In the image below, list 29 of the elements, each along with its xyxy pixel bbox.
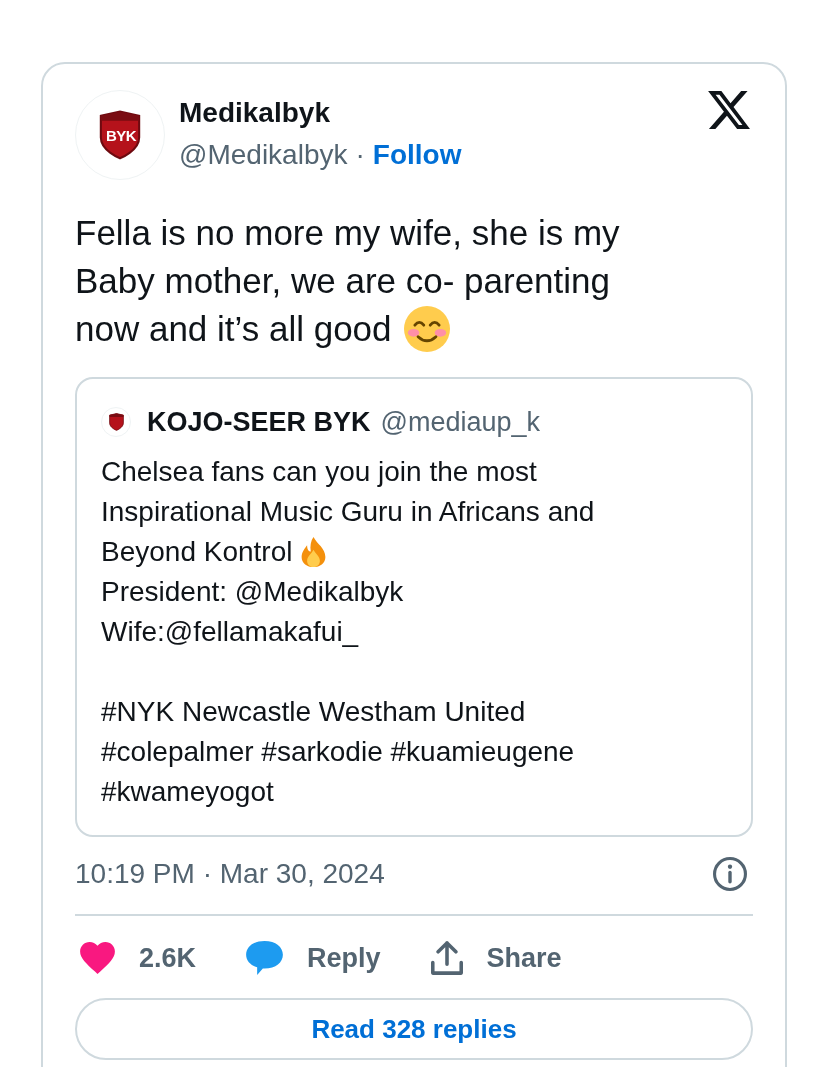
quoted-tweet-card[interactable] (75, 377, 753, 837)
smiling-face-icon (403, 306, 450, 352)
tweet-text: now and it’s all good (75, 308, 392, 350)
quoted-text: Beyond Kontrol (101, 535, 293, 569)
timestamp-link[interactable]: 10:19 PM · Mar 30, 2024 (75, 854, 385, 894)
quoted-text: President: @Medikalbyk (101, 575, 404, 609)
quoted-author-name: KOJO-SEER BYK (147, 406, 371, 439)
quoted-text: Wife:@fellamakafui_ (101, 615, 359, 649)
read-replies-button[interactable]: Read 328 replies (75, 998, 753, 1060)
shield-logo-icon (99, 110, 141, 160)
separator-dot: · (355, 138, 365, 172)
share-icon (430, 941, 463, 975)
fire-icon (300, 536, 328, 568)
speech-bubble-icon (246, 941, 284, 975)
author-handle[interactable]: @Medikalbyk (179, 133, 348, 177)
like-button[interactable]: 2.6K (80, 937, 197, 979)
reply-button[interactable]: Reply (246, 937, 381, 979)
x-logo-icon[interactable] (708, 90, 750, 130)
follow-link[interactable]: Follow (372, 133, 462, 177)
heart-icon (80, 942, 115, 974)
logo-text: BYK (104, 127, 138, 145)
author-name[interactable]: Medikalbyk (179, 93, 462, 133)
quoted-text: Chelsea fans can you join the most Inspirational Music Guru in Africans and (101, 455, 596, 529)
shield-logo-icon (108, 413, 124, 431)
info-icon[interactable] (713, 857, 747, 891)
avatar[interactable]: BYK (75, 90, 165, 180)
share-button[interactable]: Share (430, 937, 562, 979)
quoted-text: #NYK Newcastle Westham United #colepalmer #sarkodie #kuamieugene #kwameyogot (101, 695, 576, 809)
quoted-author-handle: @mediaup_k (380, 406, 541, 439)
